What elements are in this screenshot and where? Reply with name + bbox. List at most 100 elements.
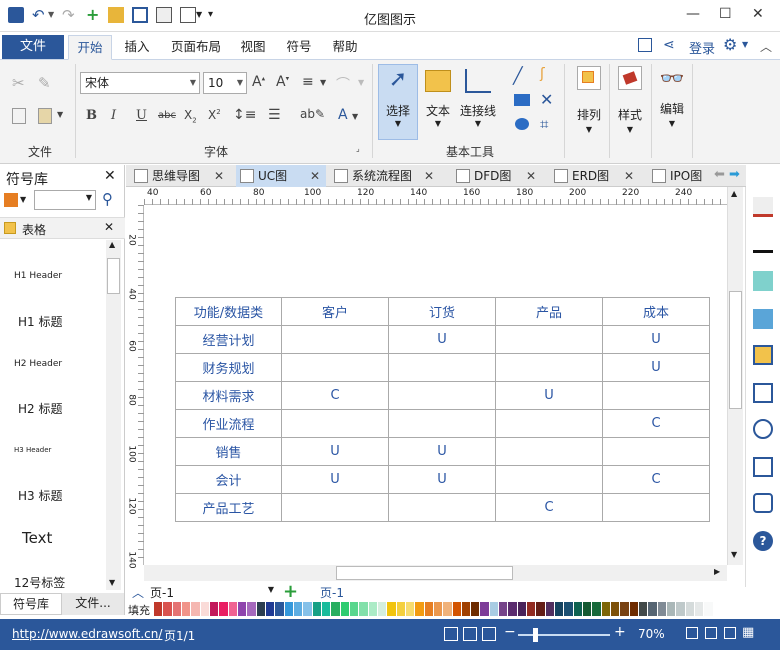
color-swatch[interactable] xyxy=(657,602,668,616)
library-close-icon[interactable]: ✕ xyxy=(104,220,114,234)
color-swatch[interactable] xyxy=(573,602,584,616)
table-cell[interactable] xyxy=(602,493,710,522)
fit-page-icon[interactable] xyxy=(686,627,698,639)
table-row-label[interactable]: 作业流程 xyxy=(175,409,282,438)
select-tool-button[interactable]: ➚ 选择 ▼ xyxy=(378,64,418,140)
minimize-icon[interactable]: — xyxy=(686,6,700,22)
image-icon[interactable] xyxy=(753,309,773,329)
fit-width-icon[interactable] xyxy=(705,627,717,639)
table-cell[interactable] xyxy=(281,493,389,522)
color-swatch[interactable] xyxy=(237,602,248,616)
panel-tab-files[interactable]: 文件... xyxy=(62,593,124,615)
close-icon[interactable]: ✕ xyxy=(624,165,634,187)
cross-tool-icon[interactable]: ✕ xyxy=(540,90,553,109)
color-swatch[interactable] xyxy=(387,602,397,616)
color-swatch[interactable] xyxy=(601,602,612,616)
connector-tool-button[interactable]: 连接线 ▼ xyxy=(458,64,498,128)
table-row-label[interactable]: 财务规划 xyxy=(175,353,282,382)
line-spacing-icon[interactable]: ↕≡ xyxy=(233,107,256,123)
color-swatch[interactable] xyxy=(163,602,173,616)
table-cell[interactable] xyxy=(388,493,496,522)
add-page-icon[interactable]: + xyxy=(283,581,298,602)
font-color-icon[interactable]: A xyxy=(338,107,348,123)
color-swatch[interactable] xyxy=(508,602,518,616)
scroll-thumb[interactable] xyxy=(336,566,513,580)
collapse-ribbon-icon[interactable]: ︿ xyxy=(760,38,772,55)
close-icon[interactable]: ✕ xyxy=(752,6,764,22)
color-swatch[interactable] xyxy=(433,602,444,616)
table-cell[interactable]: U xyxy=(602,325,710,354)
color-swatch[interactable] xyxy=(620,602,630,616)
font-dialog-launcher-icon[interactable]: ⌟ xyxy=(356,144,360,153)
paste-icon[interactable] xyxy=(38,108,52,124)
zoom-level[interactable]: 70% xyxy=(638,627,665,641)
attachment-icon[interactable] xyxy=(753,457,773,477)
doc-tab[interactable]: 系统流程图 ✕ xyxy=(330,165,440,187)
table-header-cell[interactable]: 客户 xyxy=(281,297,389,326)
symbol-item[interactable]: 12号标签 xyxy=(14,574,65,591)
edit-button[interactable]: 👓 编辑 ▼ xyxy=(655,66,689,128)
layer-icon[interactable] xyxy=(753,345,773,365)
website-link[interactable]: http://www.edrawsoft.cn/ xyxy=(12,627,162,641)
text-tool-button[interactable]: 文本 ▼ xyxy=(420,64,456,128)
scroll-right-icon[interactable]: ▶ xyxy=(714,567,720,576)
color-swatch[interactable] xyxy=(359,602,369,616)
settings-gear-icon[interactable]: ⚙ xyxy=(723,35,737,54)
share-screen-icon[interactable] xyxy=(638,38,652,52)
copy-icon[interactable] xyxy=(12,108,26,124)
color-swatch[interactable] xyxy=(667,602,677,616)
table-row-label[interactable]: 销售 xyxy=(175,437,282,466)
color-swatches[interactable] xyxy=(154,602,714,616)
table-cell[interactable]: U xyxy=(388,437,496,466)
color-swatch[interactable] xyxy=(564,602,574,616)
color-swatch[interactable] xyxy=(219,602,229,616)
panel-close-icon[interactable]: ✕ xyxy=(104,168,116,184)
table-cell[interactable] xyxy=(602,437,710,466)
superscript-icon[interactable]: X2 xyxy=(208,108,221,122)
ellipse-tool-icon[interactable] xyxy=(515,118,529,130)
table-header-cell[interactable]: 功能/数据类 xyxy=(175,297,282,326)
help-icon[interactable]: ? xyxy=(753,531,773,551)
tab-help[interactable]: 帮助 xyxy=(326,35,364,60)
shrink-font-icon[interactable]: A▾ xyxy=(276,74,289,90)
zoom-slider[interactable] xyxy=(518,634,610,636)
library-dropdown-icon[interactable]: ▼ xyxy=(20,195,26,204)
table-cell[interactable]: U xyxy=(388,465,496,494)
symbol-item[interactable]: H1 标题 xyxy=(18,313,62,330)
italic-icon[interactable]: I xyxy=(111,108,116,123)
table-header-cell[interactable]: 成本 xyxy=(602,297,710,326)
color-swatch[interactable] xyxy=(396,602,406,616)
underline-icon[interactable]: U xyxy=(136,108,147,123)
color-swatch[interactable] xyxy=(555,602,565,616)
presentation-icon[interactable] xyxy=(482,627,496,641)
grid-icon[interactable]: ▦ xyxy=(742,625,754,640)
panel-tab-library[interactable]: 符号库 xyxy=(0,593,62,615)
color-swatch[interactable] xyxy=(181,602,192,616)
color-swatch[interactable] xyxy=(424,602,434,616)
color-swatch[interactable] xyxy=(499,602,509,616)
paste-dropdown-icon[interactable]: ▼ xyxy=(57,110,63,119)
color-swatch[interactable] xyxy=(480,602,490,616)
doc-tab[interactable]: 思维导图 ✕ xyxy=(130,165,230,187)
symbol-search-input[interactable]: ▼ xyxy=(34,190,96,210)
scroll-thumb[interactable] xyxy=(107,258,120,294)
align-icon[interactable]: ≡ xyxy=(302,74,314,90)
hyperlink-icon[interactable] xyxy=(753,419,773,439)
color-swatch[interactable] xyxy=(293,602,304,616)
table-cell[interactable] xyxy=(281,409,389,438)
color-swatch[interactable] xyxy=(583,602,593,616)
arrange-button[interactable]: 排列 ▼ xyxy=(572,66,606,134)
color-swatch[interactable] xyxy=(200,602,210,616)
table-cell[interactable]: U xyxy=(495,381,603,410)
normal-view-icon[interactable] xyxy=(444,627,458,641)
scroll-up-icon[interactable]: ▲ xyxy=(731,189,737,198)
color-swatch[interactable] xyxy=(340,602,350,616)
color-swatch[interactable] xyxy=(704,602,714,616)
table-cell[interactable]: U xyxy=(388,325,496,354)
table-cell[interactable]: C xyxy=(281,381,389,410)
color-swatch[interactable] xyxy=(676,602,686,616)
color-swatch[interactable] xyxy=(415,602,425,616)
doc-tab-active[interactable]: UC图 ✕ xyxy=(236,165,326,187)
color-swatch[interactable] xyxy=(209,602,220,616)
tab-page-layout[interactable]: 页面布局 xyxy=(166,35,226,60)
